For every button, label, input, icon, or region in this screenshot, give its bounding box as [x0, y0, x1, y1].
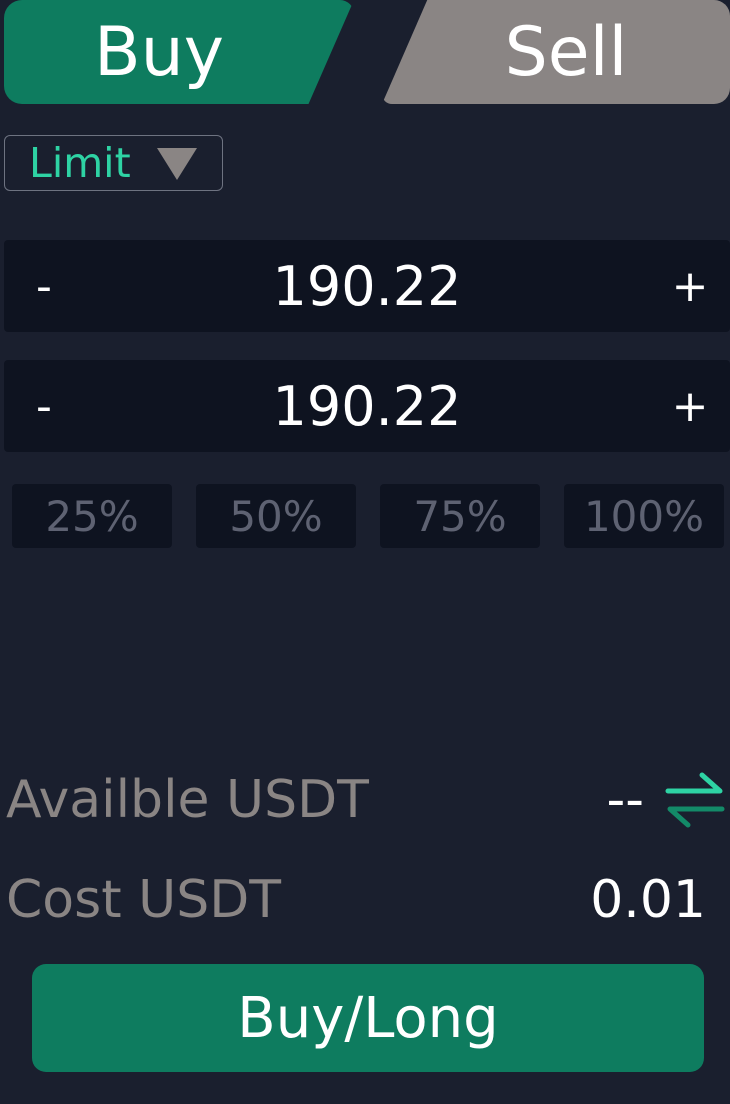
percent-100-button[interactable]: 100%	[564, 484, 724, 548]
order-type-dropdown[interactable]: Limit	[4, 135, 223, 191]
swap-arrows-icon[interactable]	[664, 771, 726, 829]
buy-sell-tabs: Buy Sell	[0, 0, 730, 104]
percent-buttons: 25% 50% 75% 100%	[12, 484, 724, 548]
available-label: Availble USDT	[6, 770, 369, 830]
amount-input[interactable]: 190.22	[84, 360, 650, 452]
amount-increment-button[interactable]: +	[650, 360, 730, 452]
buy-long-label: Buy/Long	[237, 985, 499, 1051]
triangle-down-icon	[156, 148, 197, 180]
order-type-label: Limit	[29, 139, 131, 187]
price-decrement-button[interactable]: -	[4, 240, 84, 332]
percent-75-button[interactable]: 75%	[380, 484, 540, 548]
tab-buy[interactable]: Buy	[4, 0, 354, 104]
available-value-group: --	[606, 770, 726, 830]
available-balance-row: Availble USDT --	[6, 765, 726, 835]
price-input[interactable]: 190.22	[84, 240, 650, 332]
percent-25-button[interactable]: 25%	[12, 484, 172, 548]
price-stepper: - 190.22 +	[4, 240, 730, 332]
cost-row: Cost USDT 0.01	[6, 865, 726, 935]
tab-sell-label: Sell	[504, 12, 628, 92]
buy-long-button[interactable]: Buy/Long	[32, 964, 704, 1072]
percent-50-button[interactable]: 50%	[196, 484, 356, 548]
cost-value: 0.01	[590, 870, 706, 930]
amount-stepper: - 190.22 +	[4, 360, 730, 452]
cost-label: Cost USDT	[6, 870, 282, 930]
tab-buy-label: Buy	[94, 12, 224, 92]
available-value: --	[606, 770, 644, 830]
tab-sell[interactable]: Sell	[382, 0, 730, 104]
price-increment-button[interactable]: +	[650, 240, 730, 332]
amount-decrement-button[interactable]: -	[4, 360, 84, 452]
